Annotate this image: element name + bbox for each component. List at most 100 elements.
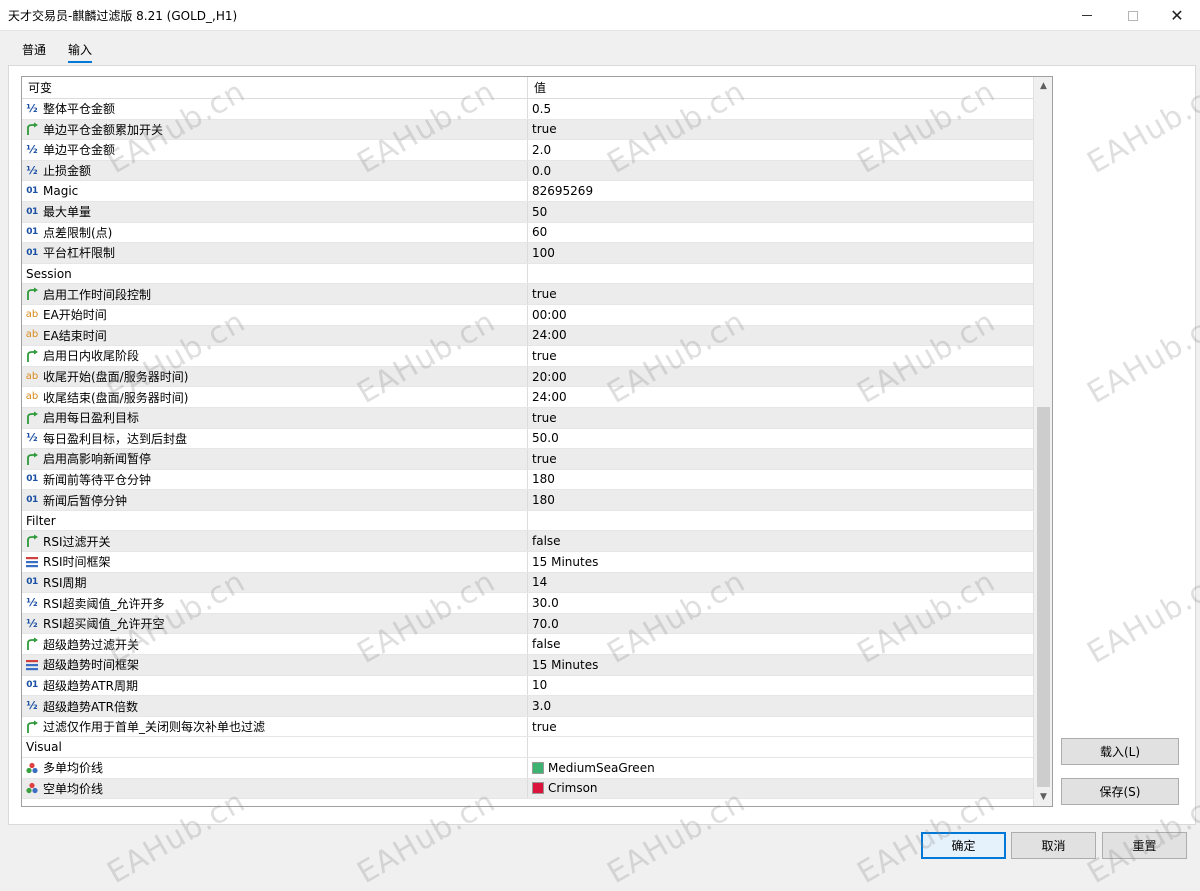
param-value-cell[interactable]: 82695269 — [528, 181, 1033, 201]
table-row[interactable]: ½ RSI超卖阈值_允许开多 30.0 — [22, 593, 1033, 614]
param-value-cell[interactable]: true — [528, 449, 1033, 469]
param-value-cell[interactable]: 180 — [528, 470, 1033, 490]
table-row[interactable]: 01 RSI周期 14 — [22, 572, 1033, 594]
group-row[interactable]: Filter — [22, 510, 1033, 532]
param-name-cell: 01 最大单量 — [22, 201, 528, 222]
table-row[interactable]: ab EA结束时间 24:00 — [22, 325, 1033, 347]
reset-button[interactable]: 重置 — [1102, 832, 1187, 859]
param-value-cell[interactable]: 24:00 — [528, 387, 1033, 407]
int-01-icon: 01 — [26, 577, 38, 588]
vertical-scrollbar[interactable]: ▲ ▼ — [1033, 77, 1052, 806]
table-row[interactable]: 多单均价线 MediumSeaGreen — [22, 758, 1033, 779]
table-row[interactable]: ½ 整体平仓金额 0.5 — [22, 99, 1033, 120]
string-ab-icon: ab — [25, 391, 39, 403]
param-value-cell[interactable]: 20:00 — [528, 367, 1033, 387]
param-value-cell[interactable]: 30.0 — [528, 593, 1033, 613]
param-value-cell[interactable]: true — [528, 408, 1033, 428]
param-value-cell[interactable]: 50 — [528, 202, 1033, 222]
param-value-cell[interactable]: false — [528, 531, 1033, 551]
param-value-cell[interactable]: 14 — [528, 573, 1033, 593]
table-row[interactable]: 01 新闻后暂停分钟 180 — [22, 490, 1033, 511]
string-ab-icon: ab — [25, 308, 39, 320]
param-value-cell[interactable]: 50.0 — [528, 429, 1033, 449]
param-name-cell: ab EA结束时间 — [22, 325, 528, 346]
table-row[interactable]: ab 收尾开始(盘面/服务器时间) 20:00 — [22, 366, 1033, 388]
param-name: RSI超买阈值_允许开空 — [43, 617, 165, 632]
param-value-cell[interactable]: 3.0 — [528, 696, 1033, 716]
param-name: 超级趋势ATR周期 — [43, 678, 138, 693]
table-row[interactable]: 超级趋势时间框架 15 Minutes — [22, 655, 1033, 676]
param-value-cell[interactable]: 2.0 — [528, 140, 1033, 160]
parameters-grid: 可变 值 ½ 整体平仓金额 0.5 单边平仓金额累加开关 true ½ 单边平仓金额 2.0 ½… — [21, 76, 1053, 807]
table-row[interactable]: 超级趋势过滤开关 false — [22, 634, 1033, 656]
table-row[interactable]: ab 收尾结束(盘面/服务器时间) 24:00 — [22, 387, 1033, 408]
table-row[interactable]: 01 最大单量 50 — [22, 201, 1033, 223]
table-row[interactable]: 空单均价线 Crimson — [22, 778, 1033, 800]
column-header-variable[interactable]: 可变 — [22, 77, 528, 99]
param-value-cell[interactable]: true — [528, 120, 1033, 140]
param-name: RSI过滤开关 — [43, 534, 111, 549]
table-row[interactable]: 01 平台杠杆限制 100 — [22, 243, 1033, 264]
table-row[interactable]: 过滤仅作用于首单_关闭则每次补单也过滤 true — [22, 716, 1033, 738]
scroll-thumb[interactable] — [1037, 407, 1050, 787]
param-value-cell[interactable]: MediumSeaGreen — [528, 758, 1033, 778]
param-value-cell[interactable]: 70.0 — [528, 614, 1033, 634]
scroll-down-icon[interactable]: ▼ — [1034, 788, 1052, 806]
table-row[interactable]: ½ RSI超买阈值_允许开空 70.0 — [22, 613, 1033, 635]
table-row[interactable]: 01 超级趋势ATR周期 10 — [22, 675, 1033, 697]
table-row[interactable]: ½ 单边平仓金额 2.0 — [22, 140, 1033, 161]
tab-inputs[interactable]: 输入 — [68, 41, 93, 63]
param-value: 60 — [532, 225, 548, 240]
param-value-cell[interactable]: true — [528, 717, 1033, 737]
bool-arrow-icon — [25, 349, 39, 363]
param-value-cell[interactable]: 0.0 — [528, 161, 1033, 181]
param-value-cell[interactable]: 24:00 — [528, 326, 1033, 346]
param-value-cell[interactable]: Crimson — [528, 779, 1033, 799]
param-value-cell[interactable]: 180 — [528, 490, 1033, 510]
table-row[interactable]: 启用高影响新闻暂停 true — [22, 449, 1033, 470]
load-button[interactable]: 载入(L) — [1061, 738, 1179, 765]
table-row[interactable]: 01 点差限制(点) 60 — [22, 222, 1033, 244]
param-value-cell[interactable]: 10 — [528, 676, 1033, 696]
param-value-cell[interactable]: true — [528, 284, 1033, 304]
bool-arrow-icon — [25, 720, 39, 734]
scroll-up-icon[interactable]: ▲ — [1034, 77, 1052, 95]
ok-button[interactable]: 确定 — [921, 832, 1006, 859]
table-row[interactable]: RSI过滤开关 false — [22, 531, 1033, 553]
table-row[interactable]: 启用工作时间段控制 true — [22, 284, 1033, 305]
param-value: true — [532, 348, 557, 363]
table-row[interactable]: RSI时间框架 15 Minutes — [22, 552, 1033, 573]
maximize-button[interactable] — [1110, 0, 1156, 31]
group-row[interactable]: Visual — [22, 737, 1033, 758]
table-row[interactable]: ½ 每日盈利目标，达到后封盘 50.0 — [22, 428, 1033, 450]
table-row[interactable]: ½ 超级趋势ATR倍数 3.0 — [22, 696, 1033, 717]
bool-arrow-icon — [25, 411, 39, 425]
param-value-cell[interactable]: 60 — [528, 223, 1033, 243]
table-row[interactable]: 启用日内收尾阶段 true — [22, 346, 1033, 367]
column-header-value[interactable]: 值 — [528, 77, 1033, 99]
param-value-cell[interactable]: true — [528, 346, 1033, 366]
cancel-button[interactable]: 取消 — [1011, 832, 1096, 859]
param-value-cell[interactable]: 15 Minutes — [528, 552, 1033, 572]
param-value-cell[interactable]: 0.5 — [528, 99, 1033, 119]
close-button[interactable]: ✕ — [1154, 0, 1200, 31]
table-row[interactable]: ab EA开始时间 00:00 — [22, 304, 1033, 326]
minimize-button[interactable] — [1064, 0, 1110, 31]
param-value-cell[interactable]: 00:00 — [528, 305, 1033, 325]
maximize-icon — [1128, 10, 1138, 21]
table-row[interactable]: 单边平仓金额累加开关 true — [22, 119, 1033, 141]
table-row[interactable]: 启用每日盈利目标 true — [22, 407, 1033, 429]
param-value-cell[interactable]: 15 Minutes — [528, 655, 1033, 675]
table-row[interactable]: 01 Magic 82695269 — [22, 181, 1033, 202]
param-value-cell[interactable]: false — [528, 634, 1033, 654]
string-ab-icon: ab — [25, 370, 39, 382]
tab-general[interactable]: 普通 — [22, 41, 46, 63]
save-button[interactable]: 保存(S) — [1061, 778, 1179, 805]
param-value: 24:00 — [532, 328, 567, 343]
group-row[interactable]: Session — [22, 263, 1033, 285]
bool-arrow-icon — [25, 122, 39, 136]
table-row[interactable]: ½ 止损金额 0.0 — [22, 160, 1033, 182]
table-row[interactable]: 01 新闻前等待平仓分钟 180 — [22, 469, 1033, 491]
param-value-cell[interactable]: 100 — [528, 243, 1033, 263]
param-name: Visual — [26, 740, 62, 755]
